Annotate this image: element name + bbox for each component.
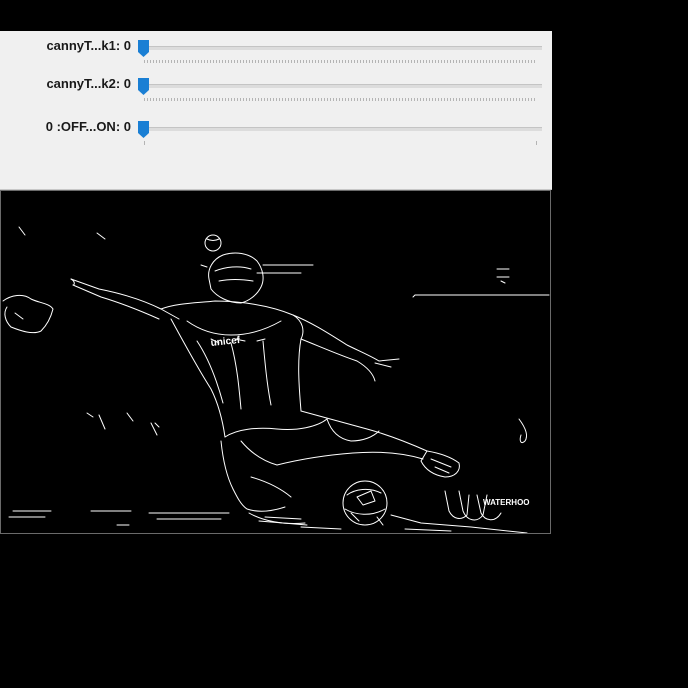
- trackbar-label: cannyT...k1: 0: [46, 38, 131, 53]
- trackbar-canny-threshold-2: cannyT...k2: 0: [0, 73, 552, 103]
- trackbar-label: cannyT...k2: 0: [46, 76, 131, 91]
- trackbar-canny-threshold-1: cannyT...k1: 0: [0, 35, 552, 65]
- trackbar-thumb[interactable]: [138, 78, 149, 95]
- trackbar-track[interactable]: [144, 46, 542, 50]
- trackbar-thumb[interactable]: [138, 40, 149, 57]
- trackbar-ticks: [144, 141, 537, 145]
- trackbar-track[interactable]: [144, 84, 542, 88]
- image-display: unicef WATERHOO: [0, 190, 551, 534]
- trackbar-track[interactable]: [144, 127, 542, 131]
- trackbar-off-on-switch: 0 :OFF...ON: 0: [0, 116, 552, 146]
- board-text: WATERHOO: [483, 498, 530, 507]
- trackbar-thumb[interactable]: [138, 121, 149, 138]
- thumb-icon: [138, 78, 149, 95]
- opencv-window: cannyT...k1: 0 cannyT...k2: 0 0 :OFF...O…: [0, 31, 552, 535]
- thumb-icon: [138, 40, 149, 57]
- trackbar-label: 0 :OFF...ON: 0: [45, 119, 131, 134]
- trackbar-ticks: [144, 98, 537, 101]
- trackbar-ticks: [144, 60, 537, 63]
- jersey-text: unicef: [210, 335, 241, 349]
- canny-edge-image: unicef WATERHOO: [2, 226, 550, 533]
- trackbar-panel: cannyT...k1: 0 cannyT...k2: 0 0 :OFF...O…: [0, 31, 552, 190]
- thumb-icon: [138, 121, 149, 138]
